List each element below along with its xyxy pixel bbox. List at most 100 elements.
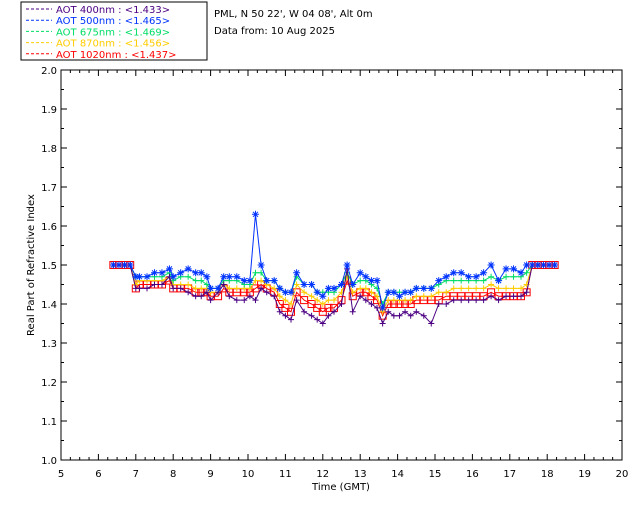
data-point: [450, 285, 457, 292]
data-point: [480, 285, 487, 292]
data-point: [503, 273, 510, 280]
x-tick-label: 7: [133, 469, 139, 480]
x-tick-label: 15: [429, 469, 442, 480]
data-point: [300, 281, 308, 288]
data-point: [136, 273, 144, 281]
x-tick-label: 11: [279, 469, 292, 480]
y-tick-label: 1.0: [41, 456, 57, 467]
y-tick-label: 1.4: [41, 300, 57, 311]
data-point: [396, 312, 403, 319]
data-point: [233, 297, 240, 304]
data-point: [487, 261, 495, 269]
data-point: [185, 281, 192, 288]
data-point: [151, 269, 158, 277]
data-point: [517, 269, 525, 277]
data-point: [473, 297, 480, 304]
data-point: [252, 297, 259, 304]
data-point: [203, 273, 211, 281]
data-point: [402, 308, 409, 315]
data-point: [390, 312, 397, 319]
data-point: [308, 312, 315, 319]
data-point: [170, 285, 177, 292]
data-point: [258, 277, 265, 284]
data-point: [338, 281, 345, 288]
data-point: [428, 293, 435, 300]
data-point: [450, 277, 457, 284]
data-point: [510, 273, 517, 280]
y-tick-label: 2.0: [41, 66, 57, 77]
data-point: [510, 293, 517, 300]
data-point: [198, 277, 205, 284]
x-tick-label: 12: [316, 469, 329, 480]
data-point: [158, 269, 166, 277]
data-point: [472, 273, 480, 281]
data-point: [308, 281, 316, 288]
data-point: [143, 273, 151, 281]
data-point: [488, 293, 495, 300]
data-point: [192, 277, 199, 284]
data-point: [435, 301, 442, 307]
data-point: [325, 297, 332, 304]
data-point: [214, 284, 222, 292]
data-point: [257, 261, 265, 269]
x-tick-label: 6: [95, 469, 101, 480]
y-tick-label: 1.5: [41, 261, 57, 272]
data-point: [226, 293, 233, 300]
data-point: [184, 265, 192, 273]
legend-label: AOT 400nm : <1.433>: [56, 5, 170, 16]
data-point: [357, 277, 364, 284]
data-point: [246, 277, 254, 285]
data-point: [435, 277, 443, 285]
data-point: [233, 273, 241, 281]
series-layer: [109, 210, 559, 327]
data-point: [241, 297, 248, 304]
y-tick-label: 1.9: [41, 105, 57, 116]
data-point: [488, 281, 495, 288]
site-info: PML, N 50 22', W 04 08', Alt 0m: [214, 9, 373, 20]
data-point: [412, 284, 420, 292]
data-point: [465, 297, 472, 304]
data-point: [458, 297, 465, 304]
data-point: [330, 284, 338, 292]
y-tick-label: 1.7: [41, 183, 57, 194]
data-point: [465, 273, 473, 281]
data-point: [251, 210, 259, 218]
data-point: [420, 284, 428, 292]
data-point: [495, 277, 503, 285]
refractive-index-chart: AOT 400nm : <1.433>AOT 500nm : <1.465>AO…: [20, 1, 629, 493]
data-point: [442, 273, 450, 281]
x-tick-label: 13: [354, 469, 367, 480]
data-point: [510, 265, 518, 273]
x-axis-label: Time (GMT): [311, 482, 370, 493]
data-point: [233, 285, 240, 292]
data-point: [480, 297, 487, 304]
data-point: [495, 297, 502, 304]
data-point: [319, 292, 327, 300]
data-point: [473, 285, 480, 292]
data-point: [443, 289, 450, 296]
data-point: [407, 288, 415, 296]
data-point: [443, 301, 450, 307]
data-point: [276, 284, 284, 292]
data-point: [293, 269, 301, 277]
data-point: [308, 293, 315, 300]
data-point: [356, 269, 364, 277]
data-point: [420, 293, 427, 300]
data-point: [379, 320, 386, 327]
data-point: [287, 288, 295, 296]
legend-label: AOT 675nm : <1.469>: [56, 27, 170, 38]
data-point: [263, 277, 271, 285]
data-point: [502, 265, 510, 273]
legend-label: AOT 500nm : <1.465>: [56, 16, 170, 27]
x-tick-label: 20: [616, 469, 629, 480]
data-point: [480, 277, 487, 284]
data-point: [457, 269, 465, 277]
y-tick-label: 1.3: [41, 339, 57, 350]
data-point: [379, 304, 387, 312]
data-point: [165, 265, 173, 273]
data-point: [225, 273, 233, 281]
data-point: [450, 269, 458, 277]
data-point: [288, 316, 295, 323]
data-point: [435, 289, 442, 296]
data-point: [395, 292, 403, 300]
